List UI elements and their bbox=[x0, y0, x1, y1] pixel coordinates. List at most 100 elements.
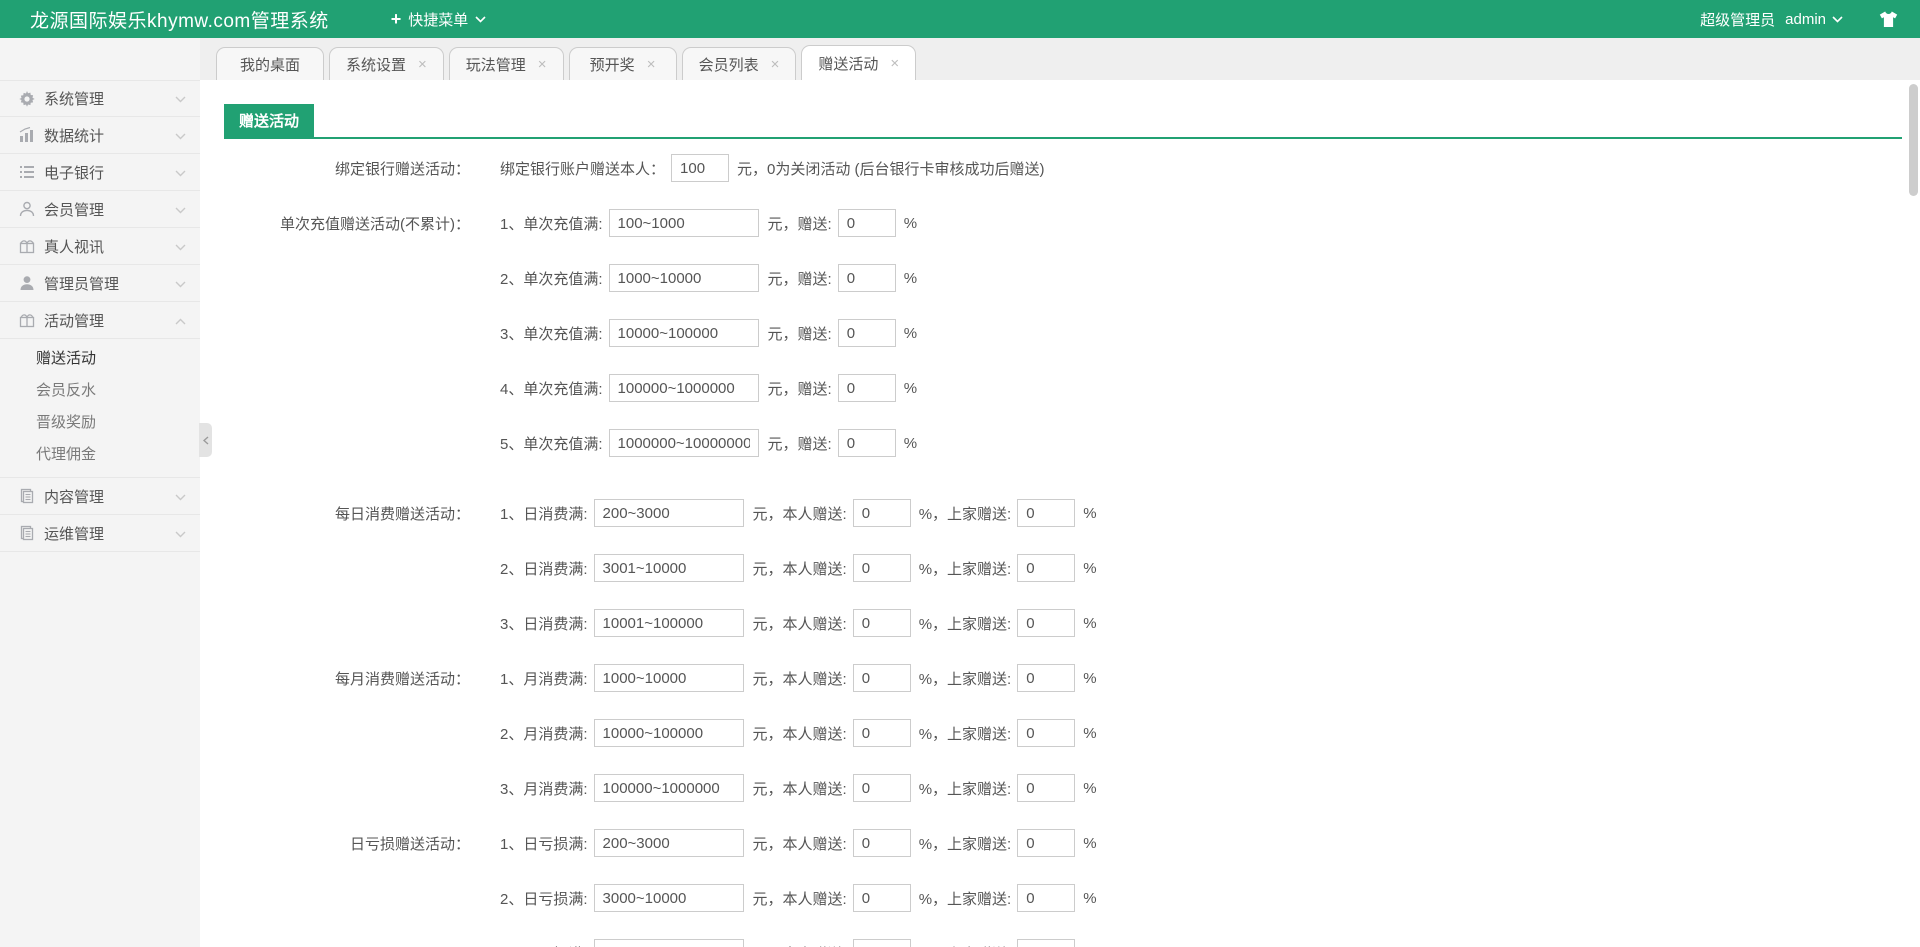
self-percent-input[interactable] bbox=[852, 609, 911, 637]
after-range-label: 元，赠送: bbox=[767, 270, 832, 288]
after-self-label: % bbox=[903, 434, 918, 452]
self-percent-input[interactable] bbox=[837, 209, 896, 237]
after-self-label: % bbox=[903, 214, 918, 232]
sidebar-item-2[interactable]: 电子银行 bbox=[0, 154, 200, 191]
sidebar: 系统管理 数据统计电子银行会员管理真人视讯管理员管理 活动管理赠送活动 会员反水 晋级奖… bbox=[0, 38, 200, 947]
range-input[interactable] bbox=[593, 719, 744, 747]
bind-bank-amount-input[interactable] bbox=[671, 154, 730, 182]
self-percent-input[interactable] bbox=[852, 664, 911, 692]
theme-skin-icon[interactable] bbox=[1879, 11, 1898, 28]
parent-percent-input[interactable] bbox=[1017, 774, 1076, 802]
row-group-label: 日亏损赠送活动： bbox=[349, 835, 470, 853]
parent-percent-input[interactable] bbox=[1017, 664, 1076, 692]
self-percent-input[interactable] bbox=[852, 884, 911, 912]
after-self-label: %，上家赠送: bbox=[918, 835, 1012, 853]
parent-percent-input[interactable] bbox=[1017, 499, 1076, 527]
range-input[interactable] bbox=[593, 939, 744, 947]
quick-menu-button[interactable]: + 快捷菜单 bbox=[391, 9, 487, 30]
row-item-label: 5、单次充值满: bbox=[500, 435, 603, 453]
tab-item-5[interactable]: 赠送活动 × bbox=[801, 45, 917, 80]
self-percent-input[interactable] bbox=[852, 719, 911, 747]
after-range-label: 元，赠送: bbox=[767, 435, 832, 453]
self-percent-input[interactable] bbox=[837, 319, 896, 347]
parent-percent-input[interactable] bbox=[1017, 609, 1076, 637]
after-self-label: %，上家赠送: bbox=[918, 780, 1012, 798]
parent-percent-input[interactable] bbox=[1017, 719, 1076, 747]
self-percent-input[interactable] bbox=[837, 374, 896, 402]
parent-percent-input[interactable] bbox=[1017, 939, 1076, 947]
after-range-label: 元，赠送: bbox=[767, 325, 832, 343]
section-tab-gift-activity[interactable]: 赠送活动 bbox=[224, 104, 315, 137]
range-input[interactable] bbox=[593, 664, 744, 692]
close-icon[interactable]: × bbox=[771, 57, 780, 72]
range-input[interactable] bbox=[608, 264, 759, 292]
sidebar-subitem-6-0[interactable]: 赠送活动 bbox=[0, 343, 200, 375]
range-input[interactable] bbox=[593, 499, 744, 527]
role-label: 超级管理员 bbox=[1700, 11, 1776, 29]
sidebar-collapse-handle[interactable] bbox=[199, 423, 212, 457]
close-icon[interactable]: × bbox=[890, 56, 899, 71]
chevron-down-icon bbox=[175, 238, 186, 255]
after-range-label: 元，本人赠送: bbox=[752, 670, 847, 688]
after-self-label: %，上家赠送: bbox=[919, 943, 1012, 947]
sidebar-item-label: 真人视讯 bbox=[44, 238, 105, 256]
sidebar-item-4[interactable]: 真人视讯 bbox=[0, 228, 200, 265]
scrollbar-thumb[interactable] bbox=[1909, 84, 1918, 196]
sidebar-item-0[interactable]: 系统管理 bbox=[0, 80, 200, 117]
range-input[interactable] bbox=[593, 554, 744, 582]
range-input[interactable] bbox=[608, 374, 759, 402]
range-input[interactable] bbox=[608, 429, 759, 457]
sidebar-item-5[interactable]: 管理员管理 bbox=[0, 265, 200, 302]
row-item-label: 2、日亏损满: bbox=[500, 890, 588, 908]
range-input[interactable] bbox=[608, 209, 759, 237]
sidebar-subitem-6-3[interactable]: 代理佣金 bbox=[0, 439, 200, 471]
sidebar-item-6[interactable]: 活动管理 bbox=[0, 302, 200, 339]
sidebar-item-8[interactable]: 运维管理 bbox=[0, 515, 200, 552]
range-input[interactable] bbox=[593, 774, 744, 802]
self-percent-input[interactable] bbox=[852, 939, 911, 947]
close-icon[interactable]: × bbox=[538, 57, 547, 72]
range-input[interactable] bbox=[608, 319, 759, 347]
range-input[interactable] bbox=[593, 609, 744, 637]
sidebar-item-label: 电子银行 bbox=[44, 164, 105, 182]
parent-percent-input[interactable] bbox=[1017, 884, 1076, 912]
sidebar-item-7[interactable]: 内容管理 bbox=[0, 478, 200, 515]
form-row-section3-2: 3、日亏损满:元，本人赠送:%，上家赠送:% bbox=[224, 939, 1902, 947]
tab-item-1[interactable]: 系统设置 × bbox=[329, 47, 444, 80]
self-percent-input[interactable] bbox=[852, 499, 911, 527]
form-row-section1-2: 3、日消费满: 元，本人赠送: %，上家赠送:% bbox=[224, 609, 1902, 637]
tab-item-2[interactable]: 玩法管理 × bbox=[448, 47, 564, 80]
self-percent-input[interactable] bbox=[837, 264, 896, 292]
parent-percent-input[interactable] bbox=[1017, 554, 1076, 582]
close-icon[interactable]: × bbox=[647, 57, 656, 72]
tab-item-4[interactable]: 会员列表 × bbox=[681, 47, 797, 80]
tab-item-3[interactable]: 预开奖 × bbox=[568, 47, 677, 80]
self-percent-input[interactable] bbox=[852, 774, 911, 802]
tab-item-0[interactable]: 我的桌面 bbox=[216, 47, 324, 80]
user-dropdown[interactable]: admin bbox=[1785, 11, 1843, 28]
self-percent-input[interactable] bbox=[837, 429, 896, 457]
row-item-label: 2、月消费满: bbox=[500, 725, 588, 743]
tab-bar: 我的桌面 系统设置 × 玩法管理 × 预开奖 × 会员列表 × 赠送活动 × bbox=[200, 38, 1920, 80]
sidebar-item-3[interactable]: 会员管理 bbox=[0, 191, 200, 228]
video-gift-icon bbox=[18, 238, 35, 255]
after-range-label: 元，本人赠送: bbox=[752, 615, 847, 633]
row-group-label: 绑定银行赠送活动： bbox=[334, 160, 470, 178]
range-input[interactable] bbox=[593, 829, 744, 857]
main-layout: 系统管理 数据统计 电子银行 会员管理 真人视讯 管理员管理 活动管理 赠送活动 会员反水 晋级奖… bbox=[0, 38, 1920, 947]
sidebar-item-1[interactable]: 数据统计 bbox=[0, 117, 200, 154]
self-percent-input[interactable] bbox=[852, 829, 911, 857]
after-parent-label: % bbox=[1083, 614, 1097, 632]
close-icon[interactable]: × bbox=[418, 57, 427, 72]
sidebar-subitem-6-1[interactable]: 会员反水 bbox=[0, 375, 200, 407]
parent-percent-input[interactable] bbox=[1017, 829, 1076, 857]
content-scrollbar bbox=[1909, 84, 1918, 942]
self-percent-input[interactable] bbox=[852, 554, 911, 582]
tab-label: 预开奖 bbox=[589, 56, 635, 74]
field-label: 绑定银行账户赠送本人： bbox=[500, 160, 666, 178]
form-row-bind-bank: 绑定银行赠送活动： 绑定银行账户赠送本人： 元，0为关闭活动 (后台银行卡审核成… bbox=[224, 154, 1902, 182]
range-input[interactable] bbox=[593, 884, 744, 912]
form-row-section3-0: 日亏损赠送活动： 1、日亏损满: 元，本人赠送: %，上家赠送:% bbox=[224, 829, 1902, 857]
sidebar-subitem-6-2[interactable]: 晋级奖励 bbox=[0, 407, 200, 439]
page: 赠送活动 绑定银行赠送活动： 绑定银行账户赠送本人： 元，0为关闭活动 (后台银… bbox=[200, 80, 1920, 947]
